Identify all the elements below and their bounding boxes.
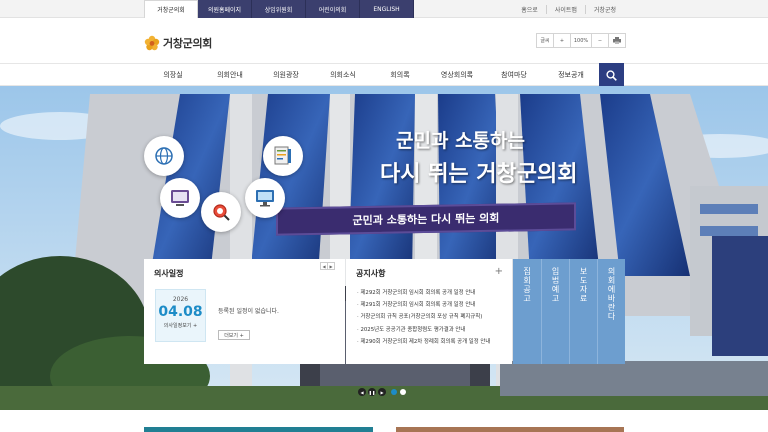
site-tab-committee[interactable]: 상임위원회 — [252, 0, 306, 18]
quick-link-label: 입법예고 — [551, 267, 560, 303]
nav-item-council-guide[interactable]: 의회안내 — [200, 64, 260, 86]
notice-item[interactable]: 제292회 거창군의회 임시회 회의록 공개 일정 안내 — [357, 287, 507, 299]
notice-item[interactable]: 제291회 거창군의회 임시회 회의록 공개 일정 안내 — [357, 299, 507, 311]
notice-more-button[interactable]: + — [495, 266, 503, 277]
notice-item[interactable]: 제290회 거창군의회 제2차 정례회 회의록 공개 일정 안내 — [357, 336, 507, 348]
util-links: 홈으로 사이트맵 거창군청 — [513, 0, 624, 18]
slide-dot[interactable] — [391, 389, 397, 395]
slide-dot[interactable] — [400, 389, 406, 395]
home-link[interactable]: 홈으로 — [513, 5, 546, 14]
schedule-more-button[interactable]: 더보기 + — [218, 330, 250, 340]
search-magnifier-icon — [201, 192, 241, 232]
print-button[interactable] — [608, 33, 626, 48]
quick-link-press[interactable]: 보도자료 — [569, 259, 597, 364]
logo[interactable]: 거창군의회 — [144, 35, 212, 51]
monitor-doc-icon — [263, 136, 303, 176]
county-office-link[interactable]: 거창군청 — [584, 4, 624, 14]
notice-title: 공지사항 — [356, 269, 386, 278]
section-bar-left — [144, 427, 373, 432]
schedule-empty-message: 등록된 일정이 없습니다. — [218, 308, 279, 315]
nav-item-participation[interactable]: 참여마당 — [484, 64, 544, 86]
nav-item-news[interactable]: 의회소식 — [313, 64, 373, 86]
quick-link-label: 집회공고 — [522, 267, 532, 303]
date-day: 04.08 — [158, 304, 203, 320]
slide-pause-button[interactable]: ❚❚ — [368, 388, 376, 396]
slide-prev-button[interactable]: ◀ — [358, 388, 366, 396]
date-box[interactable]: 2026 04.08 의사일정보기 + — [155, 289, 206, 342]
nav-item-members[interactable]: 의원광장 — [256, 64, 316, 86]
section-bar-right — [396, 427, 624, 432]
schedule-title: 의사일정 — [154, 269, 184, 278]
notice-item[interactable]: 거창군의회 규칙 공포(거창군의회 포상 규칙 폐지규칙) — [357, 311, 507, 323]
top-utility-bar: 거창군의회 의원홈페이지 상임위원회 어린이의회 ENGLISH 홈으로 사이트… — [0, 0, 768, 18]
site-tab-children[interactable]: 어린이의회 — [306, 0, 360, 18]
building-banner: 군민과 소통하는 다시 뛰는 의회 — [276, 202, 576, 236]
quick-link-label: 의회에바란다 — [607, 267, 616, 321]
county-flower-emblem-icon — [144, 35, 160, 51]
logo-text: 거창군의회 — [163, 37, 213, 50]
quick-link-legislation[interactable]: 입법예고 — [541, 259, 569, 364]
schedule-panel: 의사일정 ◀ ▶ 2026 04.08 의사일정보기 + 등록된 일정이 없습니… — [144, 259, 345, 364]
zoom-value: 100% — [570, 33, 592, 48]
site-tab-council[interactable]: 거창군의회 — [144, 0, 198, 18]
slide-next-button[interactable]: ▶ — [378, 388, 386, 396]
tablet-icon — [160, 178, 200, 218]
search-button[interactable] — [599, 63, 624, 87]
nav-item-video-minutes[interactable]: 영상회의록 — [427, 64, 487, 86]
printer-icon — [613, 37, 621, 44]
hero-title-line1: 군민과 소통하는 — [396, 130, 525, 152]
zoom-label: 글씨 — [536, 33, 554, 48]
notice-panel: 공지사항 + 제292회 거창군의회 임시회 회의록 공개 일정 안내 제291… — [346, 259, 512, 364]
slider-controls: ◀ ❚❚ ▶ — [358, 388, 406, 396]
date-year: 2026 — [172, 296, 189, 303]
notice-list: 제292회 거창군의회 임시회 회의록 공개 일정 안내 제291회 거창군의회… — [357, 287, 507, 348]
globe-icon — [144, 136, 184, 176]
main-nav: 의장실 의회안내 의원광장 의회소식 회의록 영상회의록 참여마당 정보공개 — [0, 63, 768, 87]
site-tab-member[interactable]: 의원홈페이지 — [198, 0, 252, 18]
computer-icon — [245, 178, 285, 218]
notice-item[interactable]: 2025년도 공공기관 종합청렴도 평가결과 안내 — [357, 324, 507, 336]
quick-link-label: 보도자료 — [579, 267, 588, 303]
site-tab-english[interactable]: ENGLISH — [360, 0, 414, 18]
nav-item-minutes[interactable]: 회의록 — [370, 64, 430, 86]
quick-link-suggestions[interactable]: 의회에바란다 — [597, 259, 625, 364]
schedule-next-button[interactable]: ▶ — [327, 262, 335, 270]
site-tabs: 거창군의회 의원홈페이지 상임위원회 어린이의회 ENGLISH — [144, 0, 414, 18]
hero-title-line2: 다시 뛰는 거창군의회 — [380, 161, 578, 187]
header: 거창군의회 글씨 + 100% − — [0, 19, 768, 64]
nav-item-disclosure[interactable]: 정보공개 — [541, 64, 601, 86]
quick-link-assembly-notice[interactable]: 집회공고 — [513, 259, 541, 364]
zoom-control: 글씨 + 100% − — [536, 33, 626, 48]
zoom-out-button[interactable]: − — [591, 33, 609, 48]
sitemap-link[interactable]: 사이트맵 — [545, 4, 585, 14]
zoom-in-button[interactable]: + — [553, 33, 571, 48]
schedule-detail-link[interactable]: 의사일정보기 + — [156, 322, 205, 329]
nav-item-chairman[interactable]: 의장실 — [143, 64, 203, 86]
search-icon — [606, 69, 617, 81]
schedule-arrows: ◀ ▶ — [320, 262, 335, 270]
